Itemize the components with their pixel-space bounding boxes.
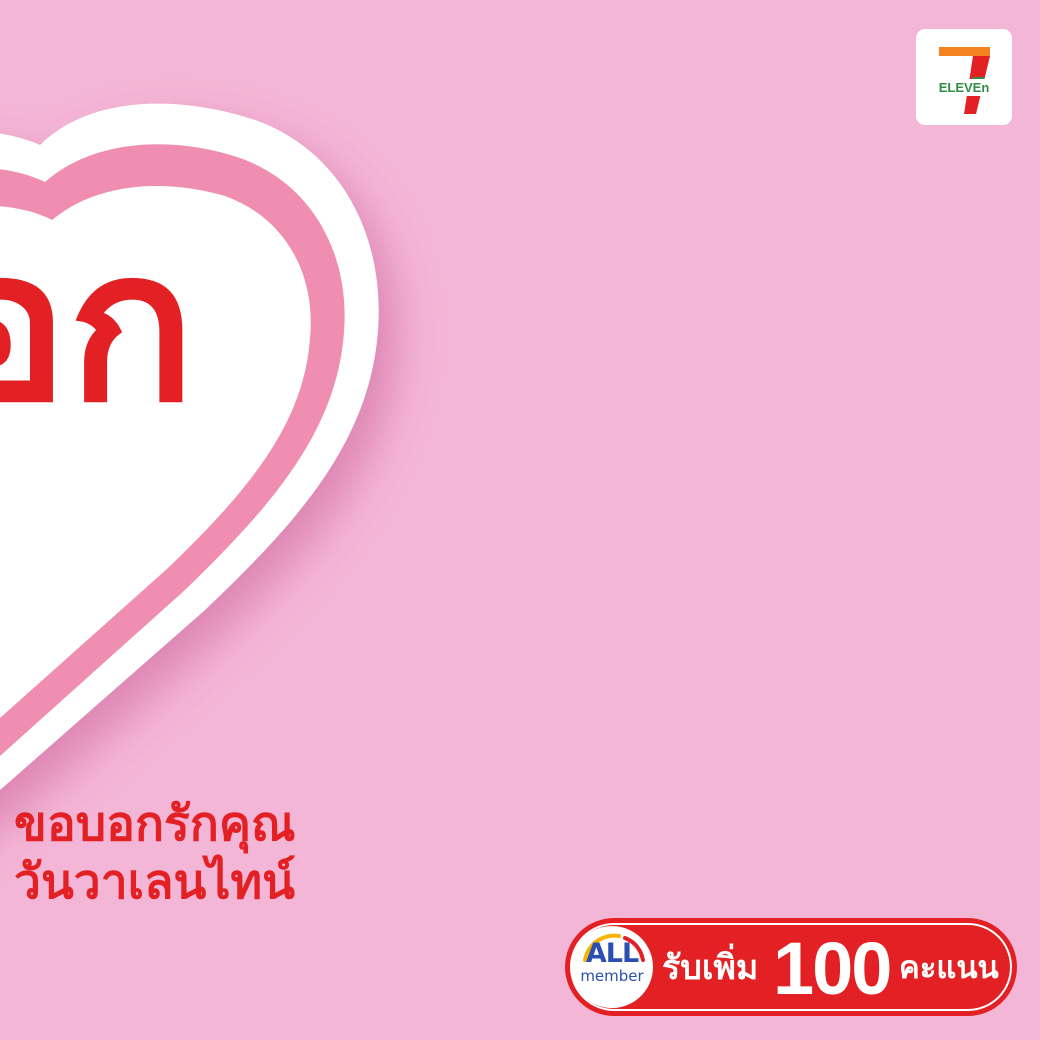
- tagline-line1: ขอบอกรักคุณ: [14, 796, 296, 852]
- reward-label: รับเพิ่ม: [662, 948, 759, 988]
- reward-unit: คะแนน: [899, 950, 999, 986]
- promo-canvas: อก ก ELEVEn ขอบอกรักคุณ วันวาเลนไทน์ ALL…: [0, 0, 1040, 1040]
- tagline: ขอบอกรักคุณ วันวาเลนไทน์: [14, 795, 295, 911]
- badge-member-text: member: [580, 967, 644, 985]
- logo-text: ELEVEn: [939, 80, 990, 95]
- all-member-badge: ALL member: [571, 926, 653, 1008]
- badge-all-text: ALL: [585, 938, 639, 969]
- reward-points: 100: [773, 927, 892, 1010]
- 7-eleven-logo-icon: ELEVEn: [935, 47, 993, 114]
- tagline-line2: วันวาเลนไทน์: [14, 854, 295, 910]
- hero-text-line1: อก: [0, 204, 196, 449]
- brand-logo: ELEVEn: [916, 29, 1012, 125]
